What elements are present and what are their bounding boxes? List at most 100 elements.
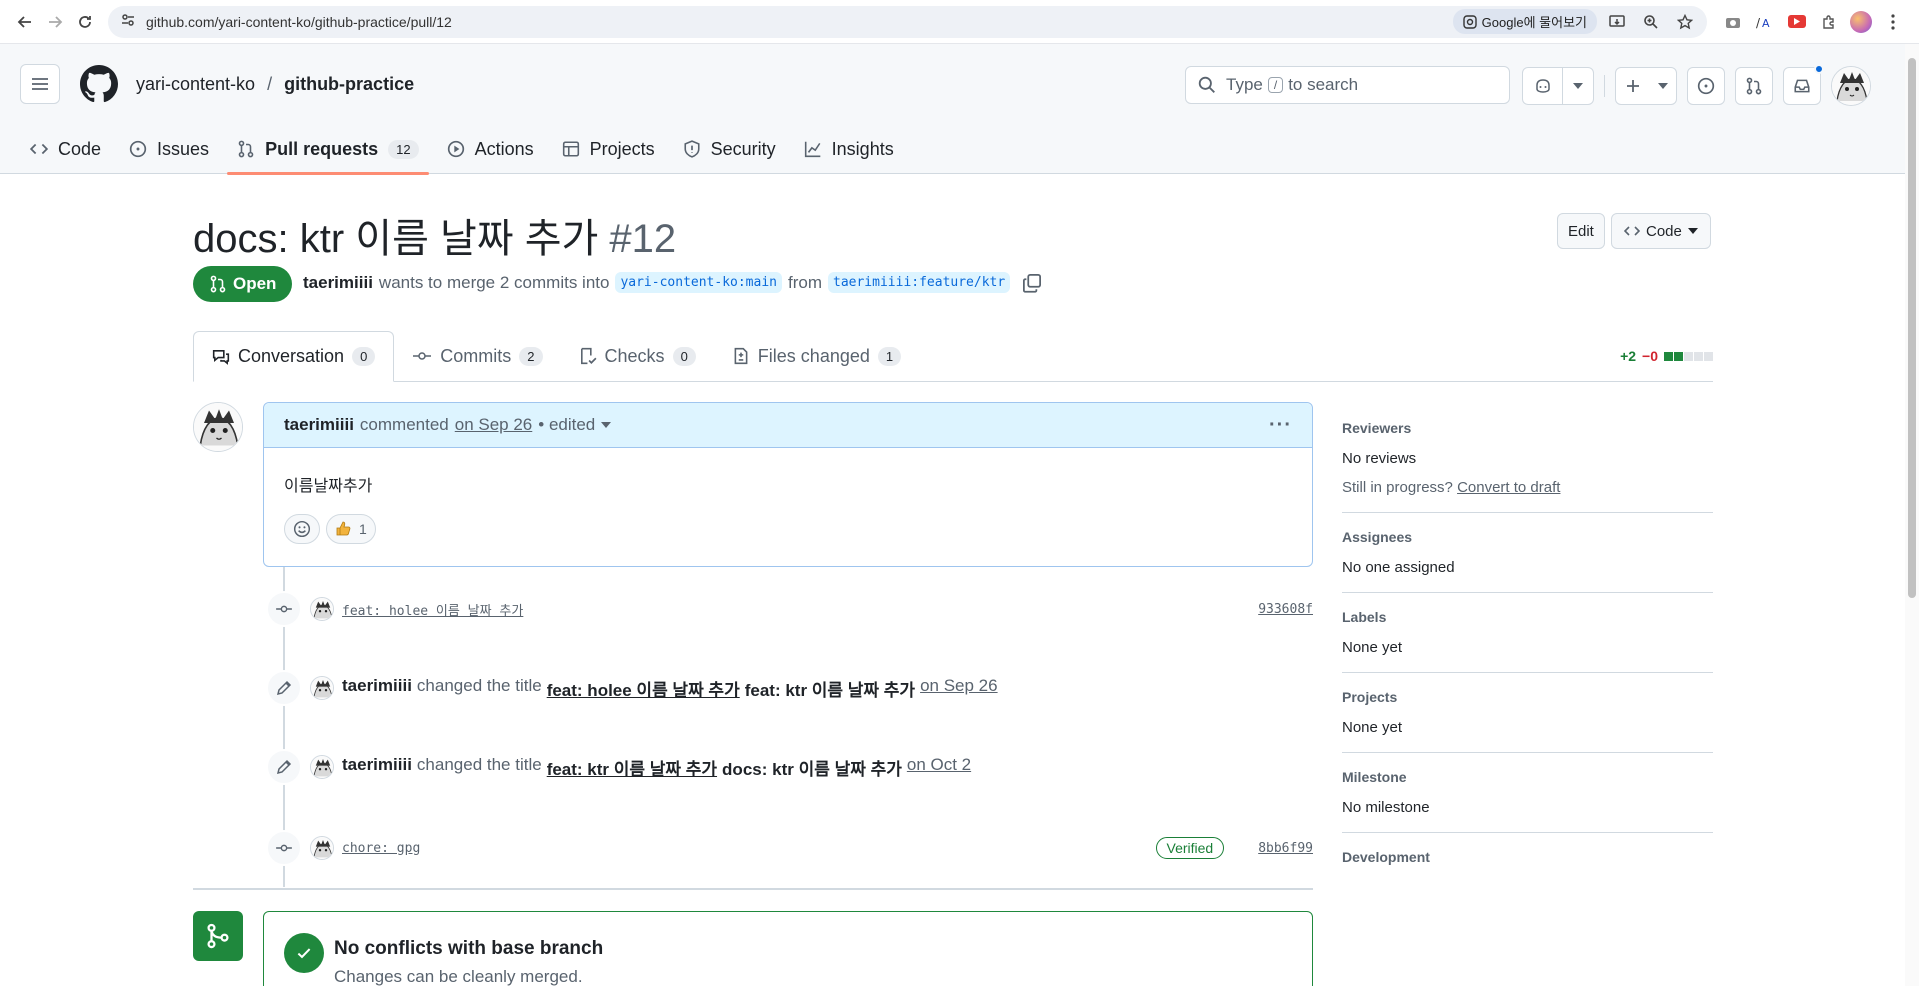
- reload-icon[interactable]: [70, 7, 100, 37]
- youtube-extension-icon[interactable]: [1781, 7, 1813, 37]
- tab-commits[interactable]: Commits 2: [394, 331, 560, 381]
- labels-heading[interactable]: Labels: [1342, 609, 1713, 625]
- edit-button[interactable]: Edit: [1557, 213, 1605, 249]
- svg-text:A: A: [1762, 17, 1770, 29]
- comment-body: 이름날짜추가: [284, 478, 373, 495]
- tab-checks[interactable]: Checks 0: [561, 331, 714, 381]
- github-logo-icon[interactable]: [80, 65, 118, 103]
- thumbs-up-reaction[interactable]: 1: [326, 514, 376, 544]
- pull-requests-icon[interactable]: [1735, 67, 1773, 105]
- event-actor-link[interactable]: taerimiiii: [342, 755, 412, 780]
- avatar[interactable]: [310, 676, 334, 700]
- commit-message-link[interactable]: feat: holee 이름 날짜 추가: [342, 600, 523, 619]
- merge-status-subtitle: Changes can be cleanly merged.: [334, 967, 583, 986]
- event-date-link[interactable]: on Sep 26: [920, 676, 998, 701]
- commit-sha-link[interactable]: 933608f: [1258, 602, 1313, 617]
- chevron-down-icon[interactable]: [601, 422, 612, 428]
- tab-pull-requests[interactable]: Pull requests 12: [227, 124, 429, 175]
- edited-dropdown[interactable]: • edited: [538, 415, 595, 435]
- commit-sha-link[interactable]: 8bb6f99: [1258, 841, 1313, 856]
- repo-owner-link[interactable]: yari-content-ko: [136, 74, 255, 95]
- kebab-menu-icon[interactable]: ···: [1269, 414, 1292, 437]
- verified-badge[interactable]: Verified: [1155, 837, 1225, 859]
- bookmark-star-icon[interactable]: [1671, 10, 1699, 34]
- commit-message-link[interactable]: chore: gpg: [342, 841, 420, 856]
- copy-icon[interactable]: [1022, 273, 1042, 293]
- diffstat-blocks: [1664, 351, 1713, 361]
- tab-issues[interactable]: Issues: [119, 124, 219, 174]
- table-icon: [562, 141, 579, 157]
- profile-avatar[interactable]: [1845, 7, 1877, 37]
- issues-icon[interactable]: [1687, 67, 1725, 105]
- tab-actions[interactable]: Actions: [437, 124, 544, 174]
- inbox-icon[interactable]: [1783, 64, 1824, 105]
- convert-to-draft-link[interactable]: Convert to draft: [1457, 479, 1560, 496]
- tab-files-changed[interactable]: Files changed 1: [714, 331, 919, 381]
- tab-insights[interactable]: Insights: [794, 124, 904, 174]
- timeline-commit: feat: holee 이름 날짜 추가 933608f: [266, 591, 1313, 627]
- comment-discussion-icon: [212, 349, 230, 365]
- git-commit-icon: [266, 830, 302, 866]
- old-title: feat: ktr 이름 날짜 추가: [546, 759, 718, 779]
- scrollbar-thumb[interactable]: [1908, 58, 1916, 598]
- pr-title-text: docs: ktr 이름 날짜 추가: [193, 217, 599, 261]
- zoom-icon[interactable]: [1637, 10, 1665, 34]
- event-actor-link[interactable]: taerimiiii: [342, 676, 412, 701]
- milestone-value: No milestone: [1342, 799, 1430, 816]
- chevron-down-icon[interactable]: [1563, 68, 1593, 104]
- tab-projects[interactable]: Projects: [552, 124, 665, 174]
- page-title: docs: ktr 이름 날짜 추가 #12: [193, 206, 676, 264]
- copilot-button[interactable]: [1522, 67, 1594, 105]
- tab-code[interactable]: Code: [20, 124, 111, 174]
- development-heading[interactable]: Development: [1342, 849, 1713, 865]
- assignees-heading[interactable]: Assignees: [1342, 529, 1713, 545]
- extensions-puzzle-icon[interactable]: [1813, 7, 1845, 37]
- avatar[interactable]: [193, 402, 243, 452]
- user-avatar[interactable]: [1831, 66, 1871, 106]
- search-input[interactable]: Type / to search: [1185, 66, 1510, 104]
- code-icon: [30, 143, 48, 155]
- url-text[interactable]: github.com/yari-content-ko/github-practi…: [146, 14, 1453, 30]
- copilot-icon[interactable]: [1523, 68, 1563, 104]
- event-date-link[interactable]: on Oct 2: [907, 755, 971, 780]
- file-diff-icon: [734, 347, 748, 365]
- back-icon[interactable]: [10, 7, 40, 37]
- slash-extension-icon[interactable]: / A: [1749, 7, 1781, 37]
- tab-pull-requests-label: Pull requests: [265, 138, 379, 159]
- avatar[interactable]: [310, 597, 334, 621]
- milestone-heading[interactable]: Milestone: [1342, 769, 1713, 785]
- install-app-icon[interactable]: [1603, 10, 1631, 34]
- tab-code-label: Code: [58, 138, 102, 159]
- reaction-count: 1: [359, 521, 367, 537]
- base-branch[interactable]: yari-content-ko:main: [615, 272, 782, 293]
- code-button-label: Code: [1646, 222, 1682, 240]
- google-lens-chip[interactable]: Google에 물어보기: [1452, 9, 1597, 34]
- tab-commits-label: Commits: [440, 345, 512, 366]
- page-scrollbar[interactable]: [1905, 44, 1919, 986]
- hamburger-menu-icon[interactable]: [20, 64, 60, 104]
- timeline-event: taerimiiii changed the title feat: holee…: [266, 670, 1313, 706]
- projects-heading[interactable]: Projects: [1342, 689, 1713, 705]
- comment-date-link[interactable]: on Sep 26: [455, 415, 533, 435]
- tab-conversation[interactable]: Conversation 0: [193, 331, 395, 382]
- address-bar[interactable]: github.com/yari-content-ko/github-practi…: [108, 5, 1707, 38]
- forward-icon[interactable]: [40, 7, 70, 37]
- search-icon: [1198, 76, 1215, 93]
- create-new-button[interactable]: [1615, 67, 1677, 105]
- head-branch[interactable]: taerimiiii:feature/ktr: [828, 272, 1011, 293]
- tab-security[interactable]: Security: [673, 124, 786, 174]
- pr-author-link[interactable]: taerimiiii: [303, 273, 373, 293]
- avatar[interactable]: [310, 836, 334, 860]
- issue-opened-icon: [129, 140, 147, 158]
- reviewers-heading[interactable]: Reviewers: [1342, 420, 1713, 436]
- camera-extension-icon[interactable]: [1717, 7, 1749, 37]
- code-dropdown-button[interactable]: Code: [1611, 213, 1711, 249]
- comment-author-link[interactable]: taerimiiii: [284, 415, 354, 435]
- browser-menu-icon[interactable]: [1877, 7, 1909, 37]
- tab-projects-label: Projects: [589, 138, 655, 159]
- repo-name-link[interactable]: github-practice: [284, 74, 414, 95]
- add-reaction-button[interactable]: [284, 514, 320, 544]
- site-info-icon[interactable]: [120, 12, 136, 31]
- avatar[interactable]: [310, 755, 334, 779]
- tab-checks-label: Checks: [604, 345, 665, 366]
